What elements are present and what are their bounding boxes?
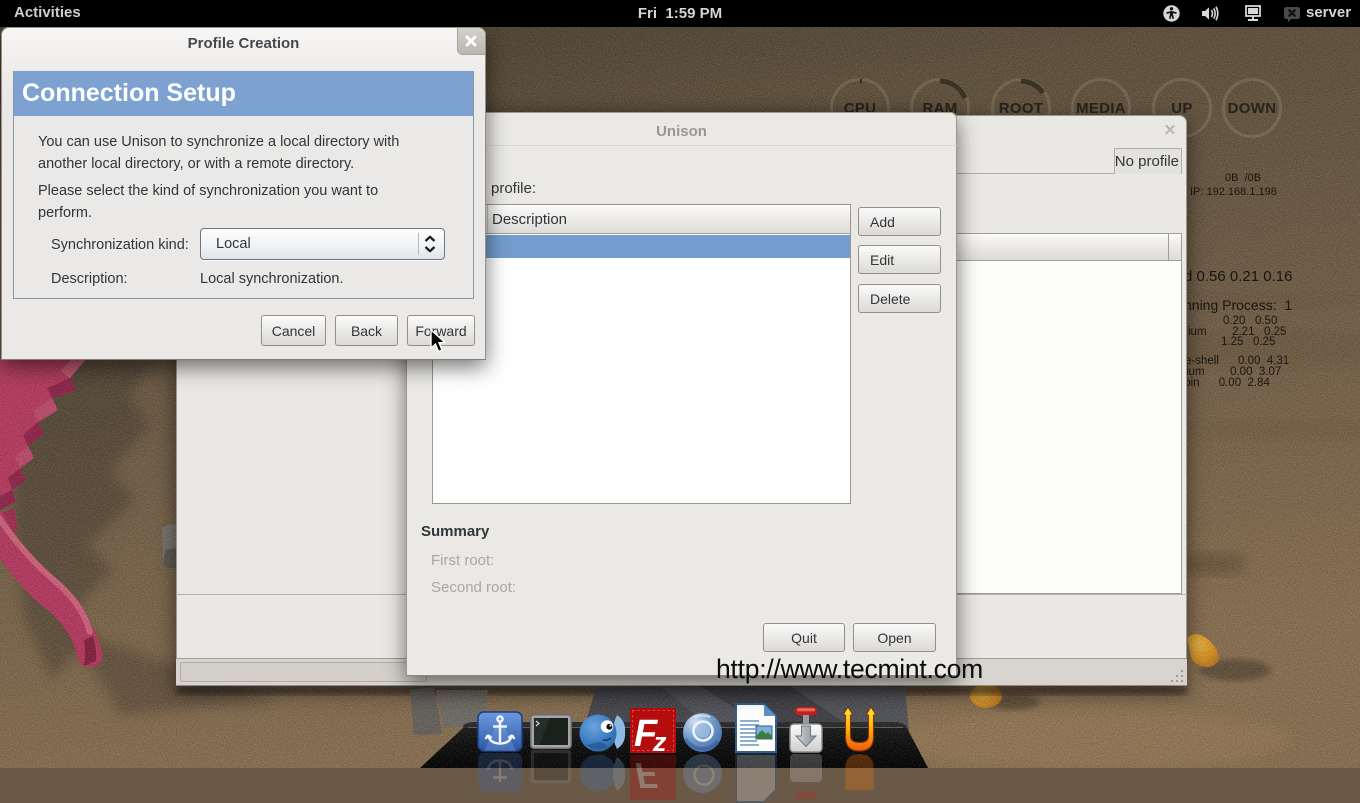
svg-text:z: z <box>652 727 667 754</box>
svg-text:F: F <box>635 755 658 796</box>
